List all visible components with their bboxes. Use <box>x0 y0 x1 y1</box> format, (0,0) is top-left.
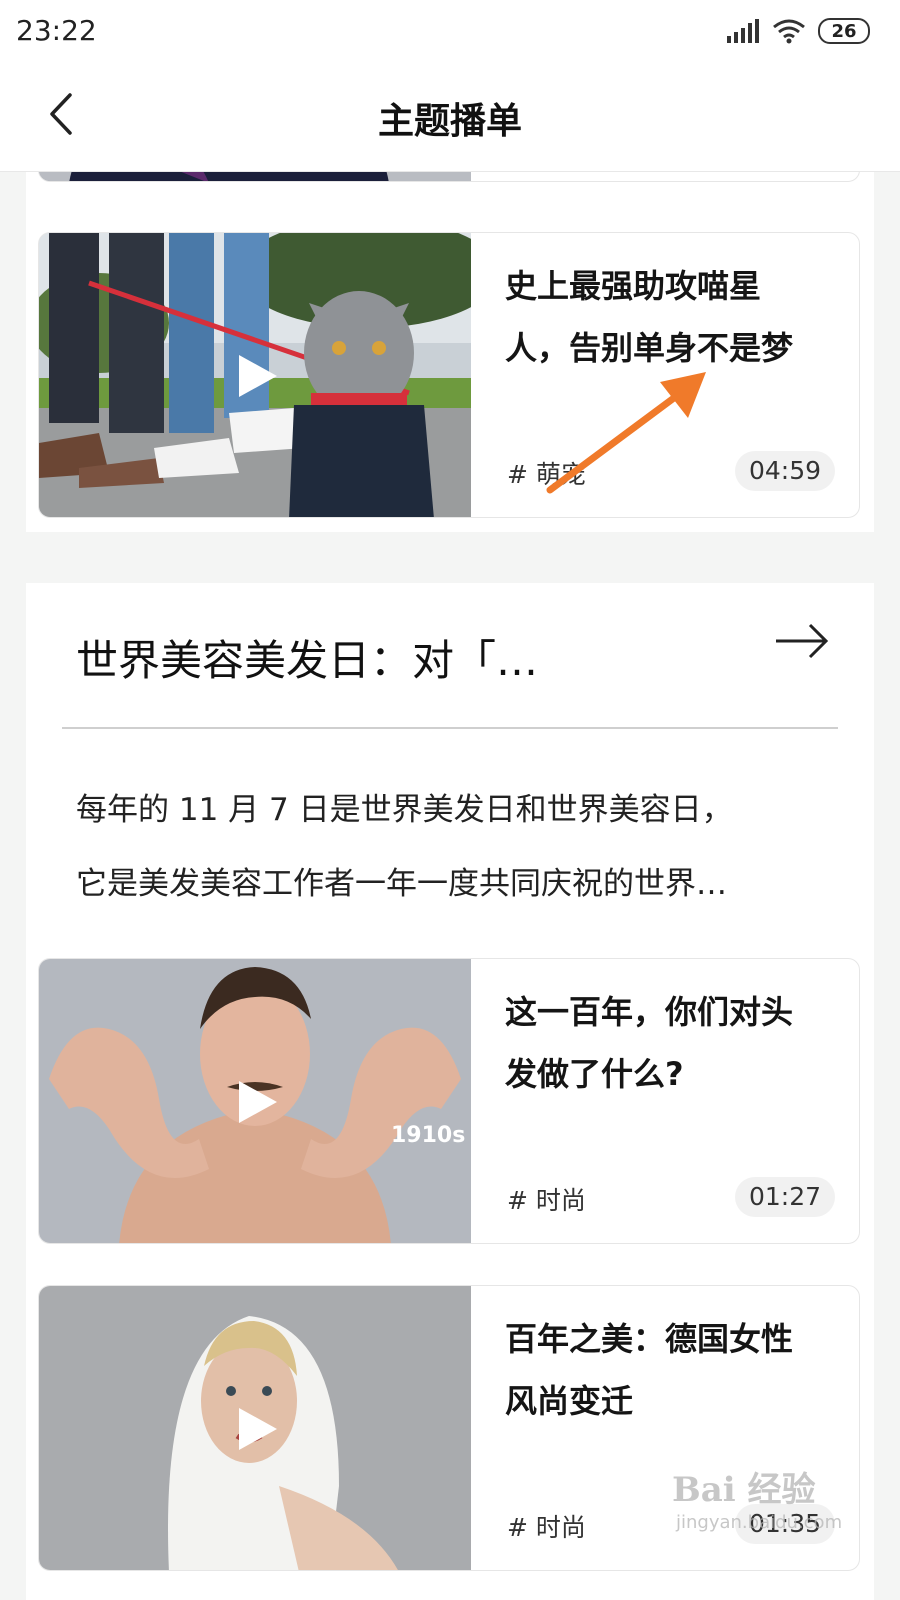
status-time: 23:22 <box>16 14 97 47</box>
watermark-url: jingyan.baidu.com <box>676 1512 843 1533</box>
video-tag[interactable]: # 时尚 <box>507 1508 586 1544</box>
video-thumbnail <box>39 233 471 517</box>
video-title: 这一百年，你们对头 发做了什么? <box>505 993 794 1093</box>
video-thumbnail <box>39 1286 471 1570</box>
video-card[interactable]: 1910s 这一百年，你们对头 发做了什么? # 时尚 01:27 <box>38 958 860 1244</box>
video-thumbnail: 1910s <box>39 959 471 1243</box>
video-card[interactable]: 史上最强助攻喵星 人，告别单身不是梦 # 萌宠 04:59 <box>38 232 860 518</box>
play-icon <box>239 355 277 397</box>
header: 主题播单 <box>0 62 900 172</box>
arrow-right-icon[interactable] <box>774 621 830 661</box>
battery-indicator: 26 <box>818 18 870 44</box>
topic-description: 每年的 11 月 7 日是世界美发日和世界美容日， 它是美发美容工作者一年一度共… <box>76 792 733 902</box>
thumbnail-caption: 1910s <box>391 1123 466 1148</box>
video-duration: 04:59 <box>734 451 835 491</box>
watermark-logo: Bai 经验 <box>672 1470 816 1510</box>
video-tag[interactable]: # 时尚 <box>507 1181 586 1217</box>
wifi-icon <box>773 19 805 44</box>
video-title: 史上最强助攻喵星 人，告别单身不是梦 <box>505 267 794 367</box>
play-icon <box>239 1081 277 1123</box>
page-title: 主题播单 <box>377 101 522 142</box>
content-area[interactable]: 史上最强助攻喵星 人，告别单身不是梦 # 萌宠 04:59 世界美容美发日：对「… <box>0 172 900 1600</box>
status-bar: 23:22 26 <box>0 0 900 62</box>
video-thumbnail <box>39 172 471 181</box>
playlist-panel-pets: 史上最强助攻喵星 人，告别单身不是梦 # 萌宠 04:59 <box>26 172 874 532</box>
play-icon <box>239 1408 277 1450</box>
playlist-panel-beauty: 世界美容美发日：对「… 每年的 11 月 7 日是世界美发日和世界美容日， 它是… <box>26 583 874 1600</box>
video-title: 百年之美：德国女性 风尚变迁 <box>505 1320 794 1420</box>
video-duration: 01:27 <box>734 1177 835 1217</box>
topic-title[interactable]: 世界美容美发日：对「… <box>76 627 538 688</box>
status-icons: 26 <box>726 16 870 46</box>
video-card-previous[interactable] <box>38 172 860 182</box>
signal-icon <box>727 19 759 43</box>
divider <box>62 727 838 729</box>
video-tag[interactable]: # 萌宠 <box>507 455 586 491</box>
